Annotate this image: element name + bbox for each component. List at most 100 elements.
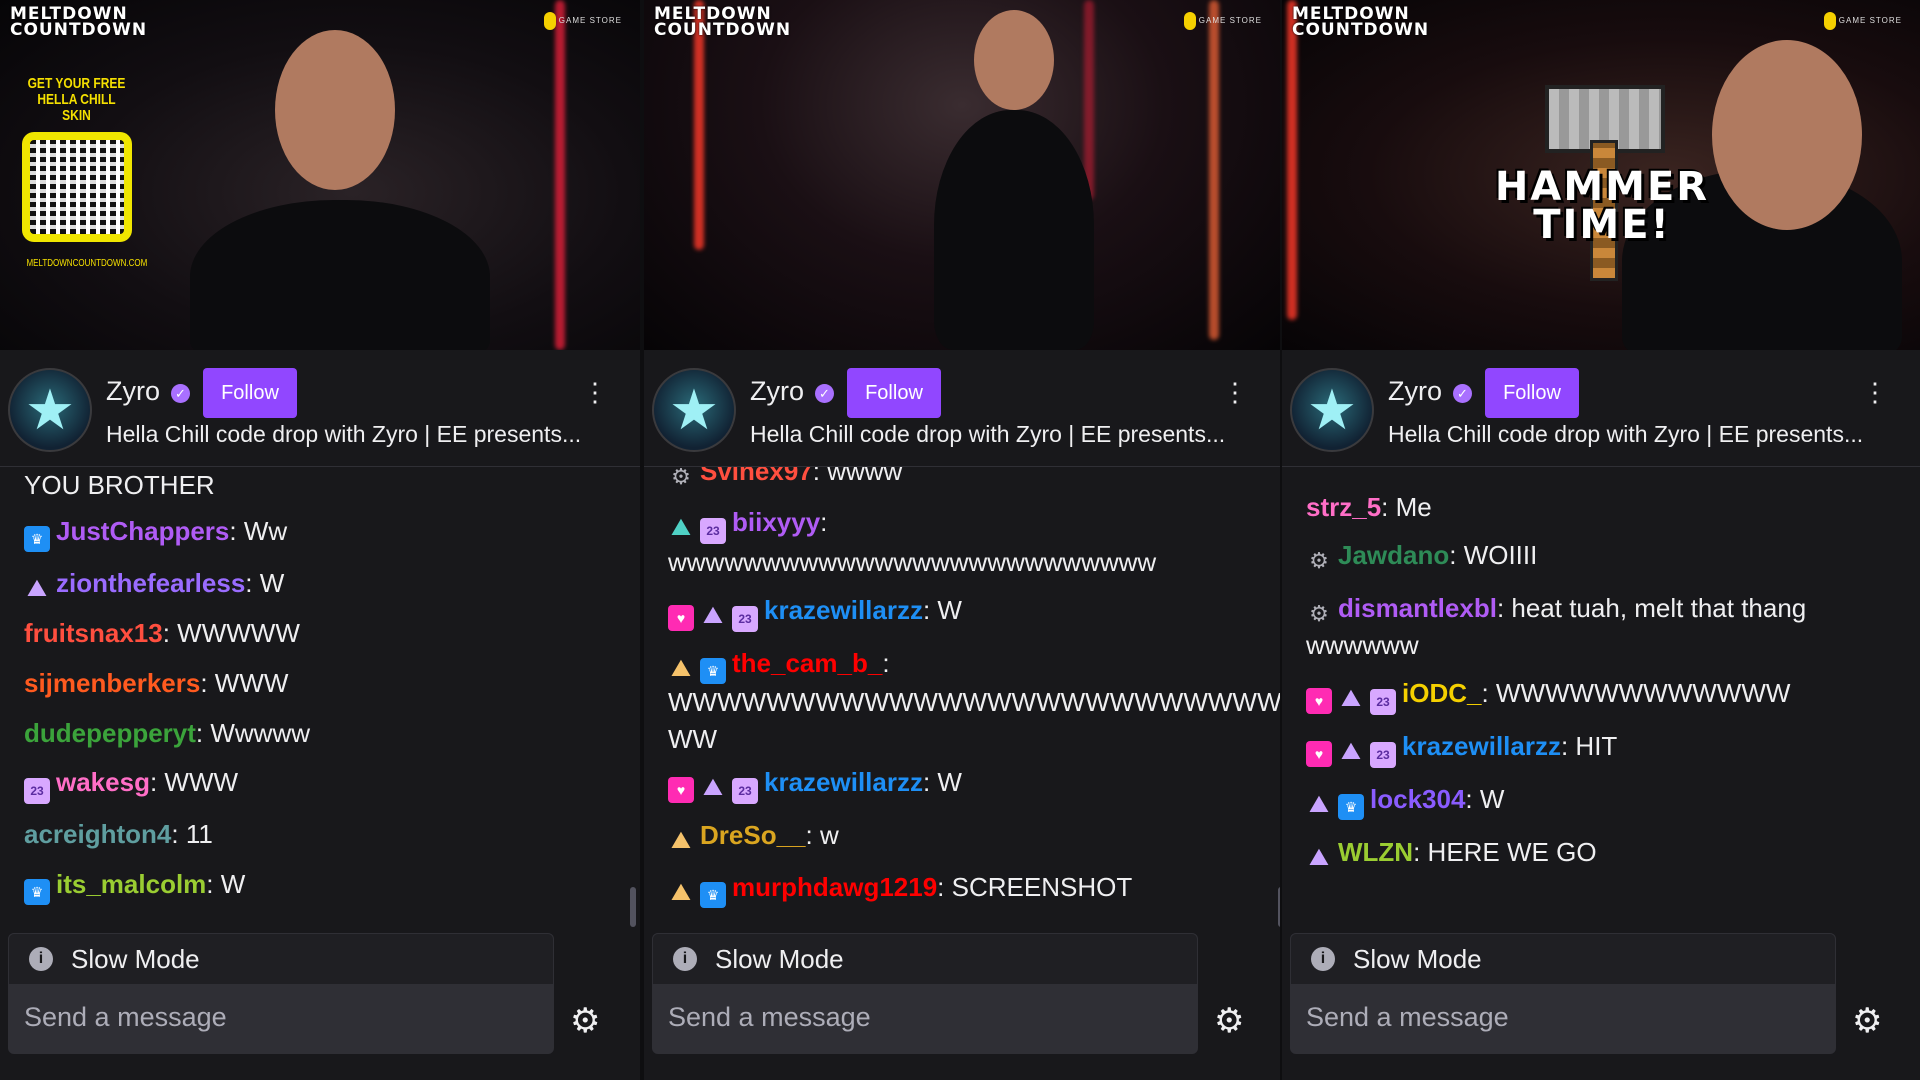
chat-username[interactable]: Svinex97	[700, 467, 813, 486]
chat-settings-icon[interactable]: ⚙	[1852, 1004, 1882, 1038]
chat-username[interactable]: murphdawg1219	[732, 872, 937, 902]
chat-scrollbar[interactable]	[630, 887, 636, 927]
stream-title: Hella Chill code drop with Zyro | EE pre…	[106, 421, 582, 447]
more-options-icon[interactable]: ⋮	[1862, 379, 1888, 405]
chat-username[interactable]: biixyyy	[732, 507, 820, 537]
neon-light	[1209, 0, 1219, 340]
channel-info: ★ Zyro ✓ Follow ⋮ Hella Chill code drop …	[0, 350, 640, 467]
chat-message: YOU BROTHER	[24, 470, 215, 500]
chat-message: acreighton4: 11	[24, 819, 213, 849]
chat-input[interactable]: Send a message	[1290, 984, 1836, 1054]
heart-badge: ♥	[668, 777, 694, 803]
chat-username[interactable]: sijmenberkers	[24, 668, 200, 698]
chat-message: ♥ ⛰ 23 iODC_: WWWWWWWWWWWW	[1306, 675, 1896, 715]
slow-mode-label: Slow Mode	[71, 944, 200, 974]
chat-username[interactable]: the_cam_b_	[732, 648, 882, 678]
qr-code	[21, 132, 132, 242]
channel-name[interactable]: Zyro	[1388, 376, 1442, 407]
chat-username[interactable]: lock304	[1370, 784, 1465, 814]
channel-name[interactable]: Zyro	[750, 376, 804, 407]
teal-badge: ⛰	[670, 514, 692, 541]
chat-message: ♥ ⛰ 23 krazewillarzz: W	[668, 592, 1256, 632]
chat-username[interactable]: fruitsnax13	[24, 618, 163, 648]
chat-username[interactable]: WLZN	[1338, 837, 1413, 867]
stream-panel-1: MELTDOWN COUNTDOWN GAME STORE GET YOUR F…	[0, 0, 640, 1080]
stream-panel-2: MELTDOWN COUNTDOWN GAME STORE ★ Zyro ✓ F…	[644, 0, 1280, 1080]
chat-input-placeholder: Send a message	[1306, 1002, 1509, 1032]
chat-list[interactable]: strz_5: Me ⚙ Jawdano: WOIIII ⚙ dismantlexb…	[1282, 467, 1920, 927]
sub23-badge: 23	[1370, 742, 1396, 768]
verified-icon: ✓	[1453, 384, 1472, 403]
follow-button[interactable]: Follow	[203, 368, 297, 418]
video-player[interactable]: MELTDOWN COUNTDOWN GAME STORE	[644, 0, 1280, 350]
more-options-icon[interactable]: ⋮	[1222, 379, 1248, 405]
chat-username[interactable]: DreSo__	[700, 820, 806, 850]
chat-username[interactable]: krazewillarzz	[764, 767, 923, 797]
star-badge: ⛰	[702, 774, 724, 801]
neon-light	[1287, 0, 1297, 320]
sub23-badge: 23	[732, 606, 758, 632]
crown-badge: ♛	[700, 882, 726, 908]
chat-input[interactable]: Send a message	[8, 984, 554, 1054]
chat-username[interactable]: zionthefearless	[56, 568, 245, 598]
neon-light	[555, 0, 565, 350]
chat-username[interactable]: krazewillarzz	[764, 595, 923, 625]
chat-message: ⚙ Jawdano: WOIIII	[1306, 537, 1896, 574]
video-player[interactable]: HAMMER TIME! MELTDOWN COUNTDOWN GAME STO…	[1282, 0, 1920, 350]
crown-badge: ♛	[1338, 794, 1364, 820]
chat-username[interactable]: acreighton4	[24, 819, 171, 849]
chat-message: 23 wakesg: WWW	[24, 764, 616, 804]
slow-mode-banner: i Slow Mode	[8, 933, 554, 985]
chat-input-placeholder: Send a message	[668, 1002, 871, 1032]
chat-username[interactable]: strz_5	[1306, 492, 1381, 522]
chat-list[interactable]: YOU BROTHER ♛ JustChappers: Ww ⛰ zionthefe…	[0, 467, 640, 927]
chat-message: ⛰ DreSo__: w	[668, 817, 1256, 854]
video-player[interactable]: MELTDOWN COUNTDOWN GAME STORE GET YOUR F…	[0, 0, 640, 350]
promo-title: GET YOUR FREE	[27, 75, 126, 92]
star-badge: ⛰	[26, 575, 48, 602]
avatar[interactable]: ★	[1290, 368, 1374, 452]
hammer-time-overlay: HAMMER TIME!	[1494, 164, 1710, 248]
channel-name[interactable]: Zyro	[106, 376, 160, 407]
chat-settings-icon[interactable]: ⚙	[570, 1004, 600, 1038]
chat-username[interactable]: dudepepperyt	[24, 718, 196, 748]
sub23-badge: 23	[24, 778, 50, 804]
star-badge: ⛰	[702, 602, 724, 629]
channel-info: ★ Zyro ✓ Follow ⋮ Hella Chill code drop …	[1282, 350, 1920, 467]
avatar[interactable]: ★	[8, 368, 92, 452]
gold-badge: ⛰	[670, 879, 692, 906]
chat-username[interactable]: krazewillarzz	[1402, 731, 1561, 761]
streamer-head	[974, 10, 1054, 110]
gold-badge: ⛰	[670, 827, 692, 854]
more-options-icon[interactable]: ⋮	[582, 379, 608, 405]
info-icon: i	[673, 947, 697, 971]
chat-settings-icon[interactable]: ⚙	[1214, 1004, 1244, 1038]
chat-list[interactable]: ⚙ Svinex97: wwww ⛰ 23 biixyyy: wwwwwwwwwwww…	[644, 467, 1280, 927]
verified-icon: ✓	[171, 384, 190, 403]
gray-badge: ⚙	[1309, 601, 1329, 626]
chat-username[interactable]: its_malcolm	[56, 869, 206, 899]
star-badge: ⛰	[1308, 844, 1330, 871]
follow-button[interactable]: Follow	[1485, 368, 1579, 418]
chat-message: ♥ ⛰ 23 krazewillarzz: HIT	[1306, 728, 1896, 768]
streamer-head	[275, 30, 395, 190]
meltdown-logo: MELTDOWN COUNTDOWN	[1292, 4, 1430, 40]
chat-message: fruitsnax13: WWWWW	[24, 618, 300, 648]
chat-username[interactable]: Jawdano	[1338, 540, 1449, 570]
chat-input[interactable]: Send a message	[652, 984, 1198, 1054]
crown-badge: ♛	[700, 658, 726, 684]
chat-username[interactable]: JustChappers	[56, 516, 229, 546]
meltdown-logo: MELTDOWN COUNTDOWN	[10, 4, 148, 40]
chat-username[interactable]: wakesg	[56, 767, 150, 797]
slow-mode-banner: i Slow Mode	[652, 933, 1198, 985]
chat-message: ⛰ 23 biixyyy: wwwwwwwwwwwwwwwwwwwwwwwwww	[668, 507, 1157, 577]
avatar[interactable]: ★	[652, 368, 736, 452]
chat-username[interactable]: dismantlexbl	[1338, 593, 1497, 623]
chat-message: sijmenberkers: WWW	[24, 668, 289, 698]
chat-message: ⛰ ♛ lock304: W	[1306, 781, 1896, 820]
follow-button[interactable]: Follow	[847, 368, 941, 418]
chat-username[interactable]: iODC_	[1402, 678, 1481, 708]
info-icon: i	[1311, 947, 1335, 971]
chat-scrollbar[interactable]	[1278, 887, 1280, 927]
heart-badge: ♥	[668, 605, 694, 631]
